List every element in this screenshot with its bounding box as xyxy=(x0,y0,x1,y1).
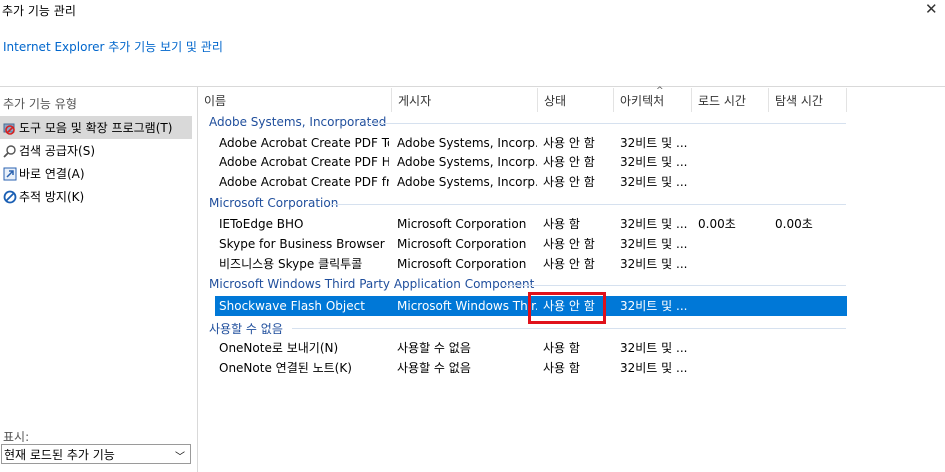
table-row[interactable]: OneNote로 보내기(N) 사용할 수 없음 사용 함 32비트 및 ... xyxy=(215,338,847,358)
addon-type-label: 도구 모음 및 확장 프로그램(T) xyxy=(19,121,173,135)
addon-types-heading: 추가 기능 유형 xyxy=(3,97,77,111)
cell-navigation-time: 0.00초 xyxy=(775,217,813,231)
cell-status: 사용 함 xyxy=(543,341,580,355)
group-divider xyxy=(292,328,846,329)
sort-caret-icon: ^ xyxy=(656,86,664,96)
cell-status: 사용 안 함 xyxy=(543,237,595,251)
cell-architecture: 32비트 및 ... xyxy=(620,299,688,313)
show-label: 표시: xyxy=(3,430,30,444)
cell-name: 비즈니스용 Skype 클릭투콜 xyxy=(219,257,363,271)
group-header: Microsoft Windows Third Party Applicatio… xyxy=(209,277,535,291)
group-divider xyxy=(504,285,846,286)
cell-name: Adobe Acrobat Create PDF To... xyxy=(219,136,389,150)
group-divider xyxy=(368,123,846,124)
column-header-publisher[interactable]: 게시자 xyxy=(392,88,538,112)
cell-status: 사용 안 함 xyxy=(543,175,595,189)
cell-architecture: 32비트 및 ... xyxy=(620,341,688,355)
cell-name: Shockwave Flash Object xyxy=(219,299,365,313)
show-filter-value: 현재 로드된 추가 기능 xyxy=(4,447,115,462)
cell-status: 사용 안 함 xyxy=(543,257,595,271)
table-row[interactable]: Skype for Business Browser He... Microso… xyxy=(215,234,847,254)
cell-publisher: Microsoft Windows Thir... xyxy=(397,299,537,313)
column-header-name[interactable]: 이름 xyxy=(198,88,392,112)
cell-status: 사용 함 xyxy=(543,361,580,375)
group-divider xyxy=(330,204,846,205)
group-header: 사용할 수 없음 xyxy=(209,322,283,336)
cell-name: Adobe Acrobat Create PDF fro... xyxy=(219,175,389,189)
cell-publisher: 사용할 수 없음 xyxy=(397,341,471,355)
close-icon[interactable]: ✕ xyxy=(925,0,938,18)
table-row[interactable]: Adobe Acrobat Create PDF fro... Adobe Sy… xyxy=(215,172,847,192)
cell-load-time: 0.00초 xyxy=(698,217,736,231)
status-highlight-box xyxy=(528,292,606,324)
cell-publisher: Adobe Systems, Incorp... xyxy=(397,155,537,169)
cell-publisher: Microsoft Corporation xyxy=(397,217,527,231)
cell-publisher: Adobe Systems, Incorp... xyxy=(397,175,537,189)
cell-publisher: 사용할 수 없음 xyxy=(397,361,471,375)
cell-name: Adobe Acrobat Create PDF Hel... xyxy=(219,155,389,169)
table-row[interactable]: Adobe Acrobat Create PDF Hel... Adobe Sy… xyxy=(215,152,847,172)
show-filter-dropdown[interactable]: 현재 로드된 추가 기능 ﹀ xyxy=(1,444,191,464)
search-icon xyxy=(2,143,18,159)
cell-name: IEToEdge BHO xyxy=(219,217,304,231)
addon-type-list: 도구 모음 및 확장 프로그램(T) 검색 공급자(S) 바로 연결(A) 추적… xyxy=(0,116,192,208)
column-header-architecture[interactable]: 아키텍처 xyxy=(614,88,692,112)
addon-type-accelerators[interactable]: 바로 연결(A) xyxy=(0,162,192,185)
column-header-row: 이름 게시자 상태 아키텍처 로드 시간 탐색 시간 ^ xyxy=(198,86,945,112)
cell-architecture: 32비트 및 ... xyxy=(620,175,688,189)
addon-type-search-providers[interactable]: 검색 공급자(S) xyxy=(0,139,192,162)
window-title: 추가 기능 관리 xyxy=(2,4,76,18)
column-header-navigation-time[interactable]: 탐색 시간 xyxy=(769,88,847,112)
cell-architecture: 32비트 및 ... xyxy=(620,257,688,271)
column-header-status[interactable]: 상태 xyxy=(538,88,614,112)
tracking-protection-icon xyxy=(2,189,18,205)
toolbar-extension-icon xyxy=(2,120,18,136)
addon-type-label: 바로 연결(A) xyxy=(19,167,85,181)
addon-type-label: 추적 방지(K) xyxy=(19,190,85,204)
chevron-down-icon: ﹀ xyxy=(175,452,185,463)
cell-architecture: 32비트 및 ... xyxy=(620,237,688,251)
accelerator-icon xyxy=(2,166,18,182)
window-subtitle: Internet Explorer 추가 기능 보기 및 관리 xyxy=(3,40,223,54)
column-header-load-time[interactable]: 로드 시간 xyxy=(692,88,769,112)
cell-publisher: Adobe Systems, Incorp... xyxy=(397,136,537,150)
cell-architecture: 32비트 및 ... xyxy=(620,155,688,169)
cell-status: 사용 안 함 xyxy=(543,155,595,169)
table-row[interactable]: IEToEdge BHO Microsoft Corporation 사용 함 … xyxy=(215,214,847,234)
group-header: Microsoft Corporation xyxy=(209,196,339,210)
table-row[interactable]: 비즈니스용 Skype 클릭투콜 Microsoft Corporation 사… xyxy=(215,254,847,274)
cell-publisher: Microsoft Corporation xyxy=(397,237,527,251)
table-row[interactable]: Adobe Acrobat Create PDF To... Adobe Sys… xyxy=(215,133,847,153)
cell-status: 사용 안 함 xyxy=(543,136,595,150)
cell-architecture: 32비트 및 ... xyxy=(620,217,688,231)
cell-name: OneNote로 보내기(N) xyxy=(219,341,339,355)
cell-name: OneNote 연결된 노트(K) xyxy=(219,361,352,375)
addon-type-label: 검색 공급자(S) xyxy=(19,144,95,158)
cell-status: 사용 함 xyxy=(543,217,580,231)
table-row[interactable]: OneNote 연결된 노트(K) 사용할 수 없음 사용 함 32비트 및 .… xyxy=(215,358,847,378)
cell-architecture: 32비트 및 ... xyxy=(620,361,688,375)
addon-type-tracking-protection[interactable]: 추적 방지(K) xyxy=(0,185,192,208)
addon-types-pane: 추가 기능 유형 도구 모음 및 확장 프로그램(T) 검색 공급자(S) 바로… xyxy=(0,87,198,472)
addon-type-toolbars-extensions[interactable]: 도구 모음 및 확장 프로그램(T) xyxy=(0,116,192,139)
group-header: Adobe Systems, Incorporated xyxy=(209,115,387,129)
cell-architecture: 32비트 및 ... xyxy=(620,136,688,150)
cell-name: Skype for Business Browser He... xyxy=(219,237,389,251)
cell-publisher: Microsoft Corporation xyxy=(397,257,527,271)
